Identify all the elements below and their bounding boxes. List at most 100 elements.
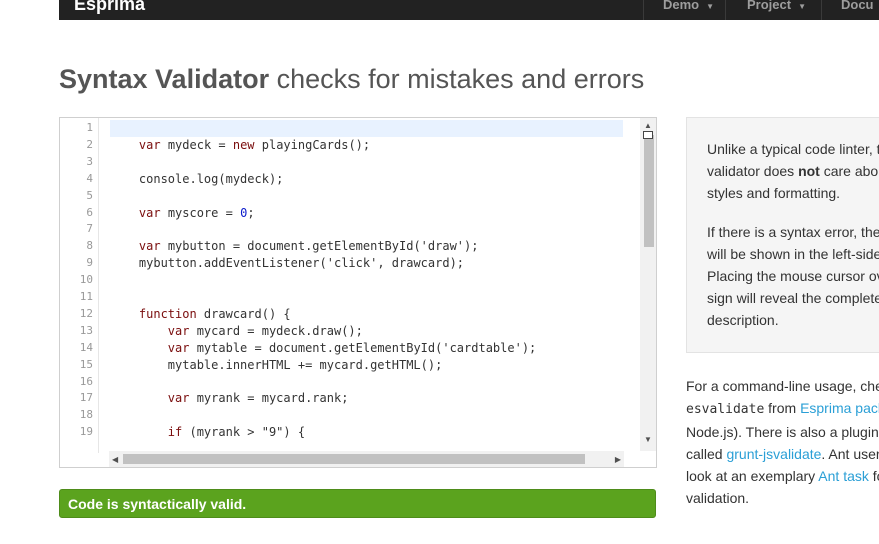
page-title-rest: checks for mistakes and errors [269,64,645,94]
line-number: 2 [86,137,93,151]
code-line: mytable.innerHTML += mycard.getHTML(); [110,357,443,372]
line-number: 6 [86,205,93,219]
code-token: myscore = [160,205,241,220]
code-token: (myrank > "9") { [182,425,306,440]
line-number: 5 [86,188,93,202]
horizontal-scrollbar[interactable]: ◀ ▶ [109,451,624,467]
code-token: mybutton = document.getElementById('draw… [160,239,479,254]
code-line: var mycard = mydeck.draw(); [110,324,363,338]
nav-docs-menu[interactable]: Docu [841,0,874,12]
line-number: 14 [79,340,93,354]
code-token: mycard = mydeck.draw(); [189,323,363,338]
line-number: 9 [86,256,93,270]
code-keyword: new [232,137,255,152]
vertical-scrollbar[interactable]: ▲ ▼ [640,118,656,451]
code-token: mytable.innerHTML += mycard.getHTML(); [167,357,443,372]
overview-ruler-marker-icon [643,131,653,139]
code-line: function drawcard() { [110,307,291,321]
info-line: sign will reveal the complete [707,290,879,306]
line-number: 17 [79,391,93,405]
vertical-scroll-thumb[interactable] [644,135,654,247]
info-line: description. [707,312,779,328]
info-line: Placing the mouse cursor ov [707,268,879,284]
code-keyword: var [138,239,161,254]
code-line: var mybutton = document.getElementById('… [110,239,479,254]
line-number: 16 [79,374,93,388]
info-line: styles and formatting. [707,185,841,201]
code-keyword: var [138,137,161,152]
line-number: 7 [86,222,93,236]
nav-demo-label: Demo [663,0,700,12]
caret-down-icon: ▼ [798,2,806,11]
grunt-jsvalidate-link[interactable]: grunt-jsvalidate [726,446,821,462]
code-line: var myscore = 0; [110,206,255,220]
code-token: myrank = mycard.rank; [189,391,349,406]
nav-divider [725,0,726,20]
cli-line: called grunt-jsvalidate. Ant user [686,446,879,462]
code-keyword: function [138,306,197,321]
cli-line: For a command-line usage, che [686,378,879,394]
line-number: 15 [79,357,93,371]
code-keyword: var [167,391,190,406]
nav-docs-label: Docu [841,0,874,12]
line-number: 10 [79,273,93,287]
code-line: mybutton.addEventListener('click', drawc… [110,256,464,270]
active-line-highlight [110,120,623,137]
line-number: 12 [79,306,93,320]
info-line: will be shown in the left-side [707,246,879,262]
cli-line: Node.js). There is also a plugin [686,424,879,440]
info-panel: Unlike a typical code linter, t validato… [686,117,879,353]
line-number: 3 [86,154,93,168]
code-line: console.log(mydeck); [110,171,284,186]
code-token: playingCards(); [254,137,371,152]
esvalidate-code: esvalidate [686,402,765,417]
nav-project-label: Project [747,0,792,12]
code-line: var myrank = mycard.rank; [110,391,349,406]
nav-demo-menu[interactable]: Demo ▼ [663,0,714,12]
code-line: if (myrank > "9") { [110,425,305,439]
info-line: validator does not care abo [707,163,879,179]
code-token: drawcard() { [196,306,291,321]
page-title-bold: Syntax Validator [59,64,270,94]
nav-divider [643,0,644,20]
top-navbar: Esprima Demo ▼ Project ▼ Docu [59,0,879,20]
line-number: 4 [86,171,93,185]
horizontal-scroll-thumb[interactable] [123,454,585,464]
esprima-package-link[interactable]: Esprima pack [800,400,879,416]
cli-line: validation. [686,490,750,506]
code-keyword: var [167,323,190,338]
code-keyword: if [167,425,183,440]
scroll-down-arrow-icon[interactable]: ▼ [644,435,652,444]
nav-divider [821,0,822,20]
code-token: console.log(mydeck); [138,171,284,186]
line-number: 18 [79,408,93,422]
code-token: mybutton.addEventListener('click', drawc… [138,256,465,271]
page-title: Syntax Validator checks for mistakes and… [59,64,644,95]
info-line: Unlike a typical code linter, t [707,141,879,157]
nav-project-menu[interactable]: Project ▼ [747,0,806,12]
line-number: 19 [79,425,93,439]
line-number: 13 [79,323,93,337]
ant-task-link[interactable]: Ant task [818,468,869,484]
code-token: mytable = document.getElementById('cardt… [189,340,537,355]
code-keyword: var [138,205,161,220]
emphasis-not: not [798,163,820,179]
scroll-right-arrow-icon[interactable]: ▶ [615,455,621,464]
info-line: If there is a syntax error, the [707,224,879,240]
line-number: 11 [79,290,93,303]
code-editor[interactable]: 1 2 3 4 5 6 7 8 9 10 11 12 13 14 15 16 17 18 19 var mydeck… [59,117,657,468]
line-number: 8 [86,239,93,253]
scroll-up-arrow-icon[interactable]: ▲ [644,121,652,130]
caret-down-icon: ▼ [706,2,715,11]
brand-logo-text[interactable]: Esprima [74,0,145,15]
code-token: mydeck = [160,137,233,152]
code-token: ; [247,205,255,220]
line-number: 1 [86,121,93,134]
code-line: var mytable = document.getElementById('c… [110,341,536,355]
cli-paragraph: For a command-line usage, che esvalidate… [686,375,879,509]
code-keyword: var [167,340,190,355]
scroll-left-arrow-icon[interactable]: ◀ [112,455,118,464]
cli-line: look at an exemplary Ant task fo [686,468,879,484]
code-line: var mydeck = new playingCards(); [110,138,370,152]
validation-status-bar: Code is syntactically valid. [59,489,656,518]
